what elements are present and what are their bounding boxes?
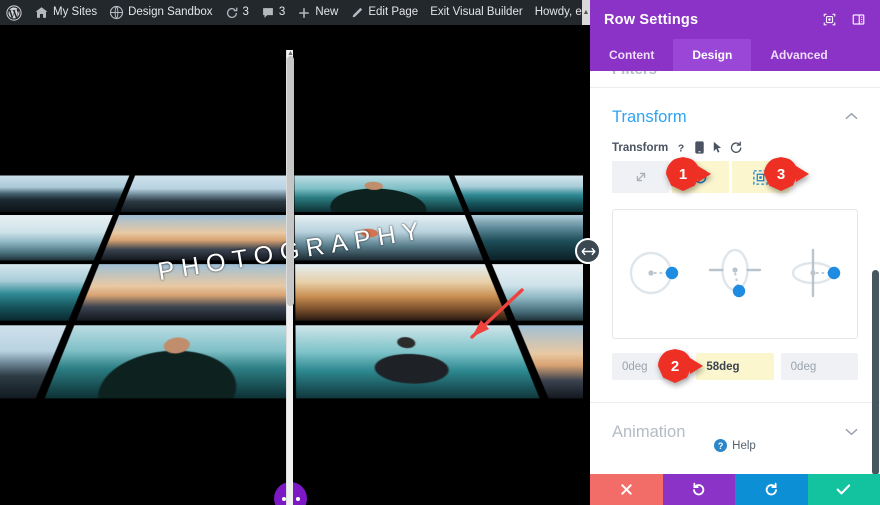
photo-cell[interactable]	[119, 175, 289, 213]
panel-layout-icon[interactable]	[851, 12, 866, 27]
callout-number: 1	[678, 165, 688, 183]
photo-cell[interactable]	[294, 215, 483, 261]
photo-cell[interactable]	[454, 175, 583, 213]
panel-resize-handle[interactable]	[575, 238, 601, 264]
photo-cell[interactable]	[43, 325, 288, 399]
mobile-icon[interactable]	[694, 141, 705, 154]
panel-title: Row Settings	[604, 11, 699, 28]
admin-bar-wordpress-logo[interactable]	[0, 0, 28, 25]
rotate-z-input[interactable]: 0deg	[780, 353, 858, 380]
callout-number: 2	[670, 357, 680, 375]
transform-field: Transform ?	[590, 141, 880, 193]
photo-cell[interactable]	[0, 263, 92, 321]
sites-icon	[34, 5, 49, 20]
admin-bar-new[interactable]: New	[291, 0, 344, 25]
updates-icon	[225, 6, 239, 20]
section-filters-label: Filters	[612, 71, 657, 78]
admin-bar-edit-page[interactable]: Edit Page	[344, 0, 424, 25]
admin-bar-comments-count: 3	[278, 5, 286, 18]
wp-admin-bar: My Sites Design Sandbox 3 3 New Edit Pag…	[0, 0, 647, 25]
admin-bar-my-sites-label: My Sites	[53, 5, 98, 18]
callout-pin-3: 3	[764, 157, 809, 191]
panel-action-bar	[590, 474, 880, 505]
help-icon: ?	[714, 439, 728, 452]
admin-bar-new-label: New	[315, 5, 339, 18]
photo-cell[interactable]	[0, 215, 113, 261]
tab-content[interactable]: Content	[590, 39, 673, 71]
redo-button[interactable]	[735, 474, 808, 505]
admin-bar-updates[interactable]: 3	[219, 0, 255, 25]
panel-scrollbar-thumb[interactable]	[872, 270, 879, 474]
section-title-transform: Transform	[612, 108, 687, 126]
panel-scrollbar[interactable]	[871, 142, 880, 474]
admin-bar-comments[interactable]: 3	[255, 0, 291, 25]
cursor-icon[interactable]	[712, 141, 723, 154]
panel-body: Filters Transform Transform	[590, 71, 880, 474]
callout-pin-1: 1	[666, 157, 711, 191]
tab-advanced[interactable]: Advanced	[751, 39, 846, 71]
help-row[interactable]: ? Help	[590, 439, 880, 452]
help-label: Help	[732, 439, 756, 452]
photo-cell[interactable]	[75, 263, 288, 321]
panel-tabs: Content Design Advanced	[590, 39, 880, 71]
help-icon[interactable]: ?	[675, 142, 687, 154]
photo-cell[interactable]	[0, 175, 129, 213]
admin-bar-site-name[interactable]: Design Sandbox	[103, 0, 218, 25]
canvas-scrollbar-thumb[interactable]	[287, 56, 294, 306]
rotation-preview-box[interactable]	[612, 209, 858, 339]
tab-design[interactable]: Design	[673, 39, 752, 71]
transform-mode-buttons	[612, 161, 858, 193]
admin-bar-exit-label: Exit Visual Builder	[430, 5, 523, 18]
panel-header: Row Settings	[590, 0, 880, 39]
fab-dot	[281, 496, 286, 501]
canvas-scrollbar[interactable]: ▲ ▼	[286, 50, 294, 505]
chevron-up-icon[interactable]	[845, 112, 858, 124]
panel-scroll-content: Filters Transform Transform	[590, 71, 880, 474]
annotation-arrow-icon	[462, 287, 528, 352]
plus-icon	[297, 6, 311, 20]
site-icon	[109, 5, 124, 20]
transform-scale-button[interactable]	[612, 161, 669, 193]
admin-bar-my-sites[interactable]: My Sites	[28, 0, 103, 25]
rotate-z-dial[interactable]	[785, 242, 847, 307]
save-button[interactable]	[807, 474, 880, 505]
admin-bar-edit-page-label: Edit Page	[368, 5, 419, 18]
photo-cell[interactable]	[470, 215, 583, 261]
undo-button[interactable]	[662, 474, 735, 505]
pencil-icon	[350, 6, 364, 20]
page-scroll-up-arrow[interactable]: ▲	[582, 0, 590, 25]
transform-field-label: Transform	[612, 141, 669, 154]
reset-icon[interactable]	[730, 141, 743, 154]
rotate-y-dial[interactable]	[704, 242, 766, 307]
rotation-inputs-row: 0deg 58deg 0deg	[590, 339, 880, 380]
rotate-x-dial[interactable]	[623, 242, 685, 307]
callout-pin-2: 2	[658, 349, 703, 383]
cancel-button[interactable]	[590, 474, 663, 505]
svg-text:?: ?	[678, 143, 684, 154]
row-settings-panel: Row Settings Content Design Advanced Tra…	[590, 0, 880, 505]
photo-cell[interactable]	[294, 175, 464, 213]
rotate-y-input[interactable]: 58deg	[696, 353, 774, 380]
fab-dot	[295, 496, 300, 501]
wordpress-logo-icon	[6, 4, 22, 21]
chevron-down-icon[interactable]	[845, 427, 858, 439]
section-filters-cutoff[interactable]: Filters	[590, 71, 880, 83]
comments-icon	[261, 6, 275, 20]
transform-field-label-row: Transform ?	[612, 141, 858, 154]
section-header-transform[interactable]: Transform	[590, 88, 880, 141]
visual-builder-canvas: PHOTOGRAPHY ▲ ▼	[0, 25, 583, 505]
admin-bar-exit-visual-builder[interactable]: Exit Visual Builder	[424, 0, 528, 25]
photo-cell[interactable]	[100, 215, 289, 261]
admin-bar-site-label: Design Sandbox	[128, 5, 213, 18]
photo-cell[interactable]	[0, 325, 66, 399]
admin-bar-updates-count: 3	[242, 5, 249, 18]
screen-root: My Sites Design Sandbox 3 3 New Edit Pag…	[0, 0, 880, 505]
callout-number: 3	[776, 165, 786, 183]
responsive-preview-icon[interactable]	[822, 12, 837, 27]
